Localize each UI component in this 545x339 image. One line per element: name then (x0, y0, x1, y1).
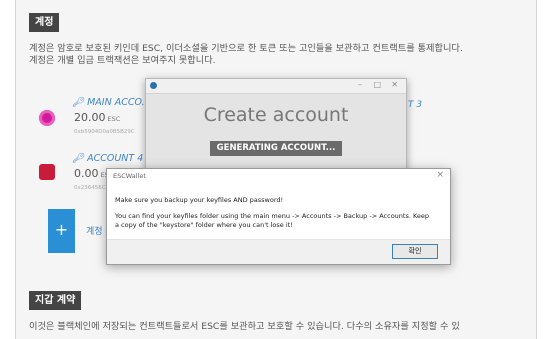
account-address-4: 0x236456C (74, 185, 106, 191)
account-balance-4-value: 0.00 (74, 167, 99, 180)
account-balance-main: 20.00 ESC (74, 111, 120, 124)
dialog-footer: 확인 (107, 239, 450, 264)
account-name-main-label: MAIN ACCO... (87, 97, 151, 108)
magenta-identicon-icon (39, 110, 55, 126)
close-icon[interactable]: ✕ (391, 80, 398, 89)
account-balance-main-unit: ESC (107, 115, 121, 123)
maximize-icon[interactable]: □ (373, 80, 381, 89)
dialog-message-line3: a copy of the "keystore" folder where yo… (115, 221, 293, 229)
account-name-4-label: ACCOUNT 4 (87, 153, 144, 164)
key-icon: 🔑︎ (72, 153, 85, 164)
generating-status: GENERATING ACCOUNT... (210, 141, 342, 156)
dialog-close-icon[interactable]: × (436, 170, 444, 180)
ok-button[interactable]: 확인 (392, 244, 438, 259)
create-account-window: – □ ✕ Create account GENERATING ACCOUNT.… (145, 78, 407, 180)
dialog-title: ESCWallet (113, 172, 146, 180)
dialog-message-line1: Make sure you backup your keyfiles AND p… (115, 196, 284, 204)
backup-warning-dialog: ESCWallet × Make sure you backup your ke… (106, 168, 451, 265)
dialog-message-line2: You can find your keyfiles folder using … (115, 212, 430, 220)
minimize-icon[interactable]: – (358, 80, 362, 89)
create-account-titlebar: – □ ✕ (146, 79, 406, 94)
accounts-description-line1: 계정은 암호로 보호된 키인데 ESC, 이더소셜을 기반으로 한 토큰 또는 … (29, 43, 463, 54)
accounts-section-title: 계정 (29, 13, 60, 32)
plus-icon: + (54, 220, 69, 239)
accounts-description-line2: 계정은 개별 입금 트랙잭션은 보여주지 못합니다. (29, 55, 216, 66)
create-account-heading: Create account (203, 104, 349, 126)
red-invader-identicon-icon (39, 164, 55, 180)
contracts-section-title: 지갑 계약 (29, 291, 82, 310)
key-icon: 🔑︎ (72, 97, 85, 108)
account-name-3[interactable]: T 3 (408, 100, 422, 110)
contracts-description: 이것은 블랙체인에 저장되는 컨트랙트들로서 ESC를 보관하고 보호할 수 있… (29, 321, 460, 332)
account-address-main: 0xb5904D0a0B5B29C (74, 129, 135, 135)
app-logo-icon (150, 82, 157, 89)
account-balance-main-value: 20.00 (74, 111, 106, 124)
account-name-main[interactable]: 🔑︎ MAIN ACCO... (72, 97, 151, 108)
add-account-button[interactable]: + (48, 209, 75, 253)
account-name-4[interactable]: 🔑︎ ACCOUNT 4 (72, 153, 143, 164)
